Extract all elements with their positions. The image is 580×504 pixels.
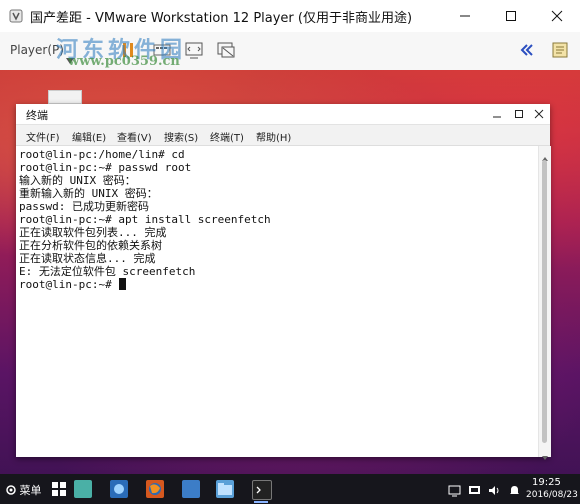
terminal-line: 正在读取软件包列表... 完成 bbox=[19, 226, 167, 239]
terminal-app-icon[interactable] bbox=[252, 480, 272, 500]
terminal-line: 正在读取状态信息... 完成 bbox=[19, 252, 156, 265]
vmware-titlebar: 国产差距 - VMware Workstation 12 Player (仅用于… bbox=[0, 0, 580, 32]
start-menu-icon bbox=[6, 484, 20, 497]
terminal-output[interactable]: root@lin-pc:/home/lin# cd root@lin-pc:~#… bbox=[16, 146, 538, 457]
unity-mode-icon[interactable] bbox=[216, 40, 236, 60]
send-ctrl-alt-del-icon[interactable] bbox=[152, 40, 172, 60]
menu-edit[interactable]: 编辑(E) bbox=[72, 129, 106, 144]
terminal-window: 终端 文件(F) 编辑(E) 查看(V) 搜索(S) 终端(T) 帮助(H) r… bbox=[16, 104, 551, 460]
terminal-maximize-button[interactable] bbox=[508, 104, 530, 124]
show-desktop-icon[interactable] bbox=[50, 480, 68, 498]
store-icon[interactable] bbox=[110, 480, 128, 498]
terminal-cursor bbox=[119, 278, 127, 290]
firefox-icon[interactable] bbox=[146, 480, 164, 498]
terminal-prompt-line: root@lin-pc:~# bbox=[19, 278, 127, 291]
terminal-line: 正在分析软件包的依赖关系树 bbox=[19, 239, 162, 252]
browser-icon[interactable] bbox=[182, 480, 200, 498]
menu-view[interactable]: 查看(V) bbox=[117, 129, 152, 144]
terminal-line: root@lin-pc:~# apt install screenfetch bbox=[19, 213, 271, 226]
volume-icon[interactable] bbox=[488, 482, 501, 495]
menu-file[interactable]: 文件(F) bbox=[26, 129, 60, 144]
clock-date[interactable]: 2016/08/23 bbox=[526, 490, 578, 500]
clock-time[interactable]: 19:25 bbox=[532, 477, 561, 488]
terminal-line: passwd: 已成功更新密码 bbox=[19, 200, 149, 213]
minimize-button[interactable] bbox=[442, 0, 488, 32]
terminal-prompt: root@lin-pc:~# bbox=[19, 278, 119, 291]
menu-help[interactable]: 帮助(H) bbox=[256, 129, 291, 144]
terminal-menubar: 文件(F) 编辑(E) 查看(V) 搜索(S) 终端(T) 帮助(H) bbox=[16, 125, 550, 146]
scroll-up-icon[interactable] bbox=[541, 148, 549, 161]
folder-icon[interactable] bbox=[216, 480, 234, 498]
scrollbar-thumb[interactable] bbox=[542, 160, 547, 443]
player-menu-chevron-icon[interactable] bbox=[66, 49, 74, 68]
file-manager-icon[interactable] bbox=[74, 480, 92, 498]
display-icon[interactable] bbox=[468, 482, 481, 495]
desktop-widget bbox=[48, 90, 82, 104]
start-menu-button[interactable]: 菜单 bbox=[6, 482, 42, 498]
guest-taskbar: 菜单 19:25 2016/08/23 bbox=[0, 474, 580, 504]
scroll-down-icon[interactable] bbox=[541, 447, 549, 460]
terminal-line: E: 无法定位软件包 screenfetch bbox=[19, 265, 196, 278]
vm-message-icon[interactable] bbox=[550, 40, 570, 60]
network-icon[interactable] bbox=[448, 482, 461, 497]
active-window-indicator bbox=[254, 501, 268, 503]
terminal-line: 重新输入新的 UNIX 密码： bbox=[19, 187, 158, 200]
vmware-toolbar: Player(P) bbox=[0, 32, 580, 71]
terminal-titlebar[interactable]: 终端 bbox=[16, 104, 550, 125]
menu-terminal[interactable]: 终端(T) bbox=[210, 129, 244, 144]
window-title: 国产差距 - VMware Workstation 12 Player (仅用于… bbox=[30, 11, 413, 26]
close-button[interactable] bbox=[534, 0, 580, 32]
terminal-minimize-button[interactable] bbox=[486, 104, 508, 124]
menu-search[interactable]: 搜索(S) bbox=[164, 129, 198, 144]
collapse-toolbar-icon[interactable] bbox=[516, 40, 536, 60]
player-menu[interactable]: Player(P) bbox=[10, 43, 64, 57]
start-menu-label: 菜单 bbox=[19, 484, 42, 497]
terminal-close-button[interactable] bbox=[528, 104, 550, 124]
terminal-title: 终端 bbox=[26, 109, 48, 122]
maximize-button[interactable] bbox=[488, 0, 534, 32]
notification-icon[interactable] bbox=[508, 482, 521, 495]
terminal-scrollbar[interactable] bbox=[538, 146, 551, 460]
power-pause-icon[interactable] bbox=[118, 40, 138, 60]
terminal-line: root@lin-pc:~# passwd root bbox=[19, 161, 192, 174]
terminal-line: root@lin-pc:/home/lin# cd bbox=[19, 148, 185, 161]
terminal-line: 输入新的 UNIX 密码： bbox=[19, 174, 136, 187]
fit-guest-icon[interactable] bbox=[184, 40, 204, 60]
vmware-app-icon[interactable] bbox=[9, 8, 23, 23]
